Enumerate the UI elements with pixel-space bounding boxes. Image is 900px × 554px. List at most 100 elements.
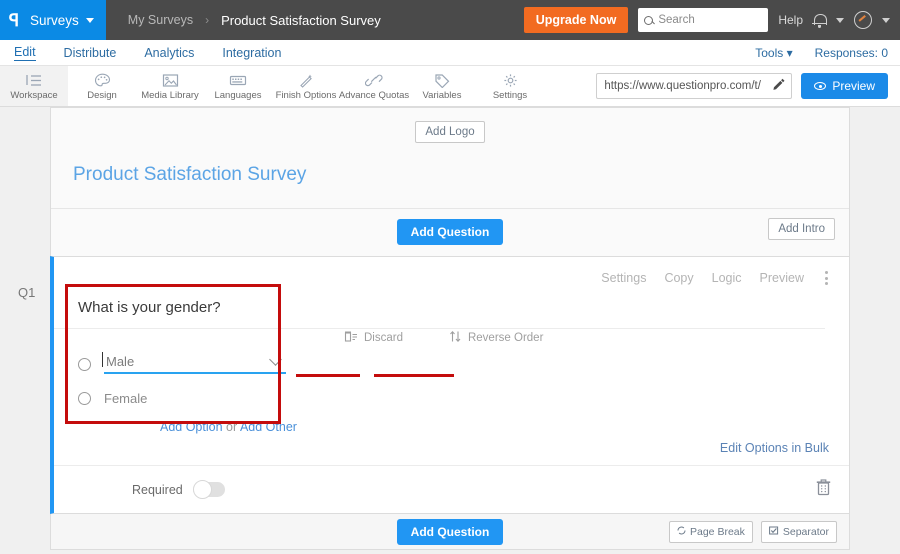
bottom-actions: Page Break Separator [669,521,837,543]
add-question-row-top: Add Question Add Intro [51,209,849,256]
toolbar-label: Settings [493,90,527,101]
avatar[interactable] [854,11,872,29]
toolbar-item-languages[interactable]: Languages [204,66,272,106]
pencil-icon[interactable] [772,77,785,95]
reverse-order-label: Reverse Order [468,332,543,344]
or-label: or [226,420,237,434]
survey-url-text: https://www.questionpro.com/t/ [604,80,761,92]
separator-button[interactable]: Separator [761,521,837,543]
option-value: Male [104,354,134,369]
image-icon [162,73,179,88]
toolbar-item-finish-options[interactable]: Finish Options [272,66,340,106]
toolbar-item-media-library[interactable]: Media Library [136,66,204,106]
nav-item-integration[interactable]: Integration [222,46,281,60]
required-toggle[interactable] [193,482,225,497]
search-box[interactable] [638,8,768,32]
toolbar-item-variables[interactable]: Variables [408,66,476,106]
chevron-down-icon [86,18,94,23]
page-break-icon [677,526,686,538]
question-preview-link[interactable]: Preview [760,271,804,285]
add-other-link[interactable]: Add Other [240,420,297,434]
link-icon [365,73,383,88]
separator-label: Separator [783,526,829,538]
required-control: Required [132,482,225,497]
toolbar-item-design[interactable]: Design [68,66,136,106]
toolbar-right: https://www.questionpro.com/t/ Preview [596,66,900,106]
chevron-down-icon[interactable] [269,353,282,366]
nav-item-analytics[interactable]: Analytics [144,46,194,60]
toolbar-item-advance-quotas[interactable]: Advance Quotas [340,66,408,106]
reverse-order-icon [449,330,462,346]
trash-list-icon [344,330,358,346]
responses-count: Responses: 0 [815,46,888,60]
option-row: Male [78,347,849,381]
wand-icon [298,73,315,88]
toolbar-label: Languages [214,90,261,101]
keyboard-icon [229,73,247,88]
toolbar-item-settings[interactable]: Settings [476,66,544,106]
add-question-button-top[interactable]: Add Question [397,219,504,245]
notifications-bell-icon[interactable] [813,13,826,28]
tools-menu[interactable]: Tools ▾ [755,46,792,60]
account-chevron-down-icon[interactable] [882,18,890,23]
upgrade-now-button[interactable]: Upgrade Now [524,7,629,33]
question-text[interactable]: What is your gender? [54,285,825,329]
app-logo[interactable]: ꟼ [0,0,28,40]
survey-title[interactable]: Product Satisfaction Survey [51,152,849,209]
question-copy-link[interactable]: Copy [664,271,693,285]
add-intro-wrap: Add Intro [768,218,835,240]
toolbar-label: Workspace [10,90,57,101]
editor-canvas: Add Logo Product Satisfaction Survey Add… [0,107,900,554]
survey-sheet: Add Logo Product Satisfaction Survey Add… [50,107,850,550]
option-input-male[interactable]: Male [104,354,286,374]
surveys-menu[interactable]: Surveys [28,0,106,40]
option-row: Female [78,381,849,415]
toolbar-label: Variables [423,90,462,101]
required-label: Required [132,483,183,497]
logo-row: Add Logo [51,108,849,152]
toolbar-item-workspace[interactable]: Workspace [0,66,68,106]
discard-command[interactable]: Discard [344,330,403,346]
gear-icon [502,73,519,88]
add-logo-button[interactable]: Add Logo [415,121,484,143]
section-nav: Edit Distribute Analytics Integration To… [0,40,900,66]
option-value[interactable]: Female [104,391,147,406]
question-logic-link[interactable]: Logic [712,271,742,285]
preview-button[interactable]: Preview [801,73,888,99]
add-intro-button[interactable]: Add Intro [768,218,835,240]
more-options-icon[interactable] [822,271,831,285]
help-link[interactable]: Help [778,13,803,27]
add-question-button-bottom[interactable]: Add Question [397,519,504,545]
palette-icon [94,73,111,88]
toolbar-label: Finish Options [276,90,337,101]
radio-icon[interactable] [78,358,91,371]
nav-item-distribute[interactable]: Distribute [64,46,117,60]
nav-item-edit[interactable]: Edit [14,45,36,61]
page-break-button[interactable]: Page Break [669,521,753,543]
workspace-icon [25,73,43,88]
notifications-chevron-down-icon[interactable] [836,18,844,23]
delete-question-button[interactable] [816,479,831,501]
separator-icon [769,526,779,538]
discard-label: Discard [364,332,403,344]
survey-url-box[interactable]: https://www.questionpro.com/t/ [596,73,792,99]
tag-icon [434,73,451,88]
add-option-link[interactable]: Add Option [160,420,223,434]
app-root: ꟼ Surveys My Surveys › Product Satisfact… [0,0,900,554]
question-settings-link[interactable]: Settings [601,271,646,285]
reverse-order-command[interactable]: Reverse Order [449,330,543,346]
breadcrumb-current: Product Satisfaction Survey [221,13,381,28]
topbar-actions: Upgrade Now Help [524,7,900,33]
radio-icon[interactable] [78,392,91,405]
breadcrumb-my-surveys[interactable]: My Surveys [128,13,193,27]
edit-options-bulk-link[interactable]: Edit Options in Bulk [720,441,829,455]
breadcrumb-separator-icon: › [205,13,209,27]
toggle-knob [193,480,212,499]
section-nav-right: Tools ▾ Responses: 0 [755,46,900,60]
add-question-row-bottom: Add Question Page Break Separator [50,514,850,550]
add-option-row: Add Option or Add Other [54,415,849,434]
annotation-underline-discard [296,374,360,377]
question-card: Q1 Settings Copy Logic Preview What is y… [50,256,850,514]
search-icon [644,16,653,25]
search-input[interactable] [658,14,762,26]
